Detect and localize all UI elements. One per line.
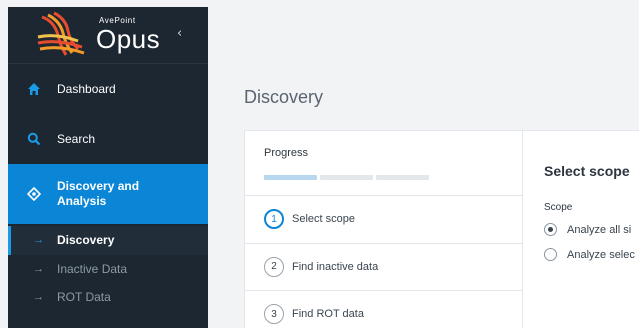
scope-panel-title: Select scope [544,163,630,179]
progress-bar [264,175,429,180]
sidebar-item-search[interactable]: Search [8,114,208,164]
arrow-right-icon: → [33,234,44,247]
arrow-right-icon: → [33,262,44,275]
radio-button[interactable] [544,248,557,261]
sidebar-item-label: Search [57,132,96,146]
step-label: Select scope [292,213,355,226]
home-icon [28,83,40,95]
page-title: Discovery [244,87,324,107]
discovery-icon [27,187,41,201]
sidebar-item-label: Discovery and Analysis [57,179,140,208]
sidebar-subitem-rot-data[interactable]: → ROT Data [8,283,208,312]
step-number-badge: 2 [264,256,284,277]
app-window: AvePoint Opus ‹ Dashboard Search Discove… [0,0,639,328]
radio-label: Analyze selec [567,248,635,261]
collapse-sidebar-button[interactable]: ‹ [177,26,182,41]
sidebar-item-discovery-and-analysis[interactable]: Discovery and Analysis [8,164,208,224]
arrow-right-icon: → [33,291,44,304]
sidebar-item-dashboard[interactable]: Dashboard [8,64,208,114]
sidebar-subitem-label: Inactive Data [57,261,128,276]
radio-label: Analyze all si [567,223,632,236]
sidebar-subitem-discovery[interactable]: → Discovery [8,226,208,255]
progress-segment [320,175,373,180]
step-number-badge: 3 [264,304,284,325]
progress-segment [264,175,317,180]
logo-area: AvePoint Opus ‹ [8,7,208,64]
sidebar-item-label: Dashboard [57,82,116,96]
main-content: Discovery Progress 1 Select scope 2 Find… [208,7,639,328]
radio-button[interactable] [544,223,557,236]
step-label: Find inactive data [292,260,379,273]
scope-field-label: Scope [544,202,573,213]
sidebar: AvePoint Opus ‹ Dashboard Search Discove… [8,7,208,328]
wizard-card: Progress 1 Select scope 2 Find inactive … [244,130,639,328]
progress-header: Progress [245,131,522,196]
scope-option-analyze-all[interactable]: Analyze all si [544,223,631,236]
progress-panel: Progress 1 Select scope 2 Find inactive … [245,131,523,328]
sidebar-subitem-inactive-data[interactable]: → Inactive Data [8,255,208,284]
sidebar-subitem-label: Discovery [57,233,115,248]
scope-panel: Select scope Scope Analyze all si Analyz… [523,131,639,328]
sidebar-subitem-label: ROT Data [57,290,111,305]
avepoint-logo-icon [37,11,85,56]
scope-option-analyze-selected[interactable]: Analyze selec [544,248,635,261]
step-select-scope[interactable]: 1 Select scope [245,196,522,244]
search-icon [27,132,41,146]
step-find-rot-data[interactable]: 3 Find ROT data [245,291,522,328]
progress-segment [376,175,429,180]
step-find-inactive-data[interactable]: 2 Find inactive data [245,244,522,291]
sidebar-submenu: → Discovery → Inactive Data → ROT Data [8,224,208,312]
progress-label: Progress [264,147,309,159]
product-name: Opus [96,24,161,54]
step-number-badge: 1 [264,209,284,230]
step-label: Find ROT data [292,308,364,321]
